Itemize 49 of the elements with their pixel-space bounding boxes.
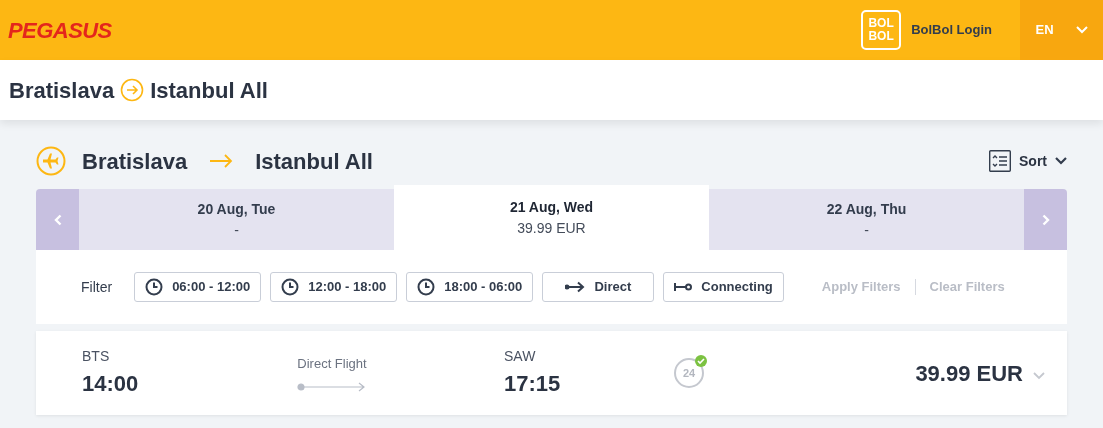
chevron-down-icon [1055, 157, 1067, 165]
chevron-down-icon [1033, 372, 1045, 380]
tab-date: 20 Aug, Tue [197, 199, 276, 219]
sort-icon [989, 150, 1011, 172]
logo-text: BOL [868, 30, 894, 43]
chevron-left-icon [53, 213, 62, 226]
filter-button[interactable]: 06:00 - 12:00 [134, 272, 262, 302]
tab-price: 39.99 EUR [517, 218, 586, 238]
arrival-time: 17:15 [504, 370, 562, 398]
tab-date: 22 Aug, Thu [826, 199, 907, 219]
tab-price: - [234, 220, 239, 240]
badge-text: 24 [682, 365, 696, 381]
filter-button[interactable]: 12:00 - 18:00 [270, 272, 398, 302]
tab-price: - [864, 220, 869, 240]
date-tab[interactable]: 21 Aug, Wed 39.99 EUR [394, 185, 709, 250]
destination-city: Istanbul All [150, 76, 268, 105]
arrow-icon [209, 154, 234, 168]
plane-icon [36, 146, 66, 176]
previous-button[interactable] [36, 189, 79, 250]
connecting-icon [674, 282, 693, 292]
filter-button[interactable]: Connecting [663, 272, 784, 302]
flight-price: 39.99 EUR [915, 359, 1023, 388]
clock-icon [417, 278, 436, 296]
clock-icon [281, 278, 300, 296]
filter-button[interactable]: 18:00 - 06:00 [406, 272, 534, 302]
origin-city: Bratislava [82, 147, 188, 176]
route-line-icon [297, 381, 367, 392]
airport-code: BTS [82, 347, 111, 366]
arrow-circle-icon [120, 78, 145, 102]
date-tab[interactable]: 22 Aug, Thu - [709, 189, 1024, 250]
logo-text: BOL [868, 17, 894, 30]
destination-city: Istanbul All [255, 147, 373, 176]
date-tab[interactable]: 20 Aug, Tue - [79, 189, 394, 250]
flight-type: Direct Flight [297, 355, 367, 374]
chevron-right-icon [1041, 213, 1050, 226]
filter-button[interactable]: Direct [542, 272, 655, 302]
check-icon [695, 355, 707, 367]
sort-button[interactable]: Sort [989, 150, 1067, 172]
origin-city: Bratislava [9, 76, 115, 105]
next-button[interactable] [1024, 189, 1067, 250]
clock-icon [145, 278, 164, 296]
chevron-down-icon [1075, 26, 1088, 34]
arrow-icon [565, 281, 586, 293]
airport-code: SAW [504, 347, 537, 366]
departure-time: 14:00 [82, 370, 140, 398]
flight-card[interactable]: BTS 14:00 Direct Flight SAW 17:15 24 39.99 EUR [36, 331, 1067, 415]
login-link[interactable]: BolBol Login [911, 20, 992, 40]
filter-label: Filter [81, 277, 113, 297]
tab-date: 21 Aug, Wed [509, 197, 594, 217]
